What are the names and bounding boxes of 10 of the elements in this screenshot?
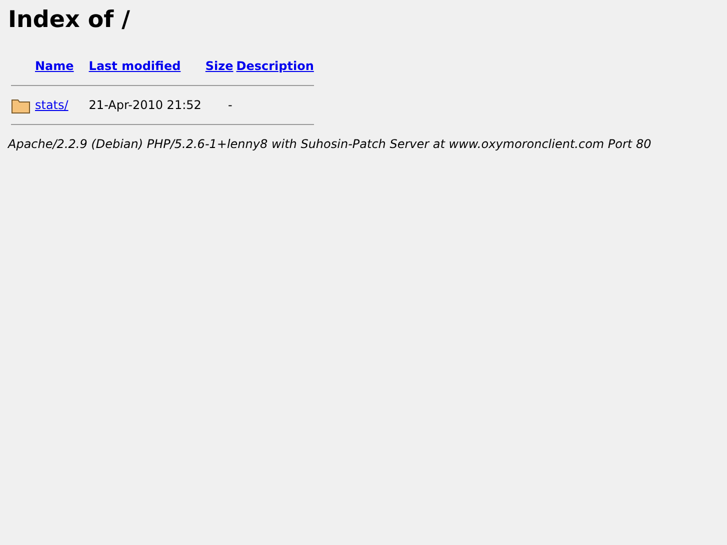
file-link[interactable]: stats/ [35, 98, 68, 112]
modified-date: 21-Apr-2010 21:52 [88, 98, 202, 112]
column-header-link[interactable]: Description [236, 59, 314, 74]
column-header-link[interactable]: Last modified [88, 59, 181, 74]
folder-icon [11, 96, 31, 114]
file-size: - [228, 98, 232, 112]
column-header-link[interactable]: Name [35, 59, 74, 74]
server-signature: Apache/2.2.9 (Debian) PHP/5.2.6-1+lenny8 with Suhosin-Patch Server at www.oxymoronclient.com Port 80 [8, 136, 652, 154]
page-title: Index of / [8, 8, 132, 34]
column-header-link[interactable]: Size [205, 59, 234, 74]
